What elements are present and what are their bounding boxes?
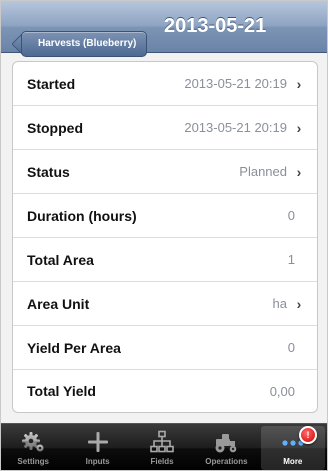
notification-badge: ! bbox=[299, 426, 318, 444]
row-started[interactable]: Started 2013-05-21 20:19 › bbox=[13, 62, 317, 106]
row-value: 2013-05-21 20:19 bbox=[184, 76, 287, 91]
tab-label: Operations bbox=[205, 457, 248, 466]
tab-label: Settings bbox=[17, 457, 49, 466]
chevron-right-icon: › bbox=[296, 295, 302, 312]
page-title: 2013-05-21 bbox=[164, 15, 267, 37]
chevron-right-icon: › bbox=[296, 119, 302, 136]
plus-icon bbox=[87, 432, 108, 452]
row-total-area[interactable]: Total Area 1 bbox=[13, 238, 317, 282]
fields-hierarchy-icon bbox=[150, 430, 174, 453]
row-value: 1 bbox=[287, 252, 295, 267]
tab-inputs[interactable]: Inputs bbox=[65, 424, 129, 470]
row-label: Total Area bbox=[27, 251, 94, 268]
row-total-yield[interactable]: Total Yield 0,00 bbox=[13, 370, 317, 412]
row-status[interactable]: Status Planned › bbox=[13, 150, 317, 194]
row-label: Started bbox=[27, 75, 76, 92]
row-label: Area Unit bbox=[27, 295, 90, 312]
row-label: Stopped bbox=[27, 119, 83, 136]
row-label: Yield Per Area bbox=[27, 339, 121, 356]
tab-label: Inputs bbox=[85, 457, 110, 466]
back-button-wrapper[interactable]: Harvests (Blueberry) bbox=[11, 16, 151, 57]
row-value: 0,00 bbox=[269, 383, 295, 399]
row-label: Total Yield bbox=[27, 383, 96, 399]
tractor-icon bbox=[215, 434, 237, 453]
app-screen: Harvests (Blueberry) 2013-05-21 Started … bbox=[0, 0, 328, 471]
tab-label: More bbox=[283, 457, 303, 466]
row-value: 2013-05-21 20:19 bbox=[184, 120, 287, 135]
row-value: ha bbox=[272, 296, 287, 311]
tab-label: Fields bbox=[150, 457, 174, 466]
row-area-unit[interactable]: Area Unit ha › bbox=[13, 282, 317, 326]
chevron-right-icon: › bbox=[296, 163, 302, 180]
tab-more[interactable]: More ! bbox=[260, 426, 326, 470]
tab-settings[interactable]: Settings bbox=[1, 424, 65, 470]
row-label: Status bbox=[27, 163, 70, 180]
row-value: Planned bbox=[239, 164, 287, 179]
navigation-bar: Harvests (Blueberry) 2013-05-21 bbox=[1, 1, 327, 57]
row-stopped[interactable]: Stopped 2013-05-21 20:19 › bbox=[13, 106, 317, 150]
row-value: 0 bbox=[287, 208, 295, 223]
row-duration-hours[interactable]: Duration (hours) 0 bbox=[13, 194, 317, 238]
gear-icon bbox=[22, 432, 44, 452]
chevron-right-icon: › bbox=[296, 75, 302, 92]
row-label: Duration (hours) bbox=[27, 207, 137, 224]
details-table: Started 2013-05-21 20:19 › Stopped 2013-… bbox=[12, 61, 318, 413]
row-value: 0 bbox=[287, 340, 295, 355]
row-yield-per-area[interactable]: Yield Per Area 0 bbox=[13, 326, 317, 370]
back-button[interactable]: Harvests (Blueberry) bbox=[21, 31, 148, 57]
tab-operations[interactable]: Operations bbox=[194, 424, 258, 470]
tab-fields[interactable]: Fields bbox=[130, 424, 194, 470]
tab-bar: Settings Inputs Fields Operations More ! bbox=[1, 423, 327, 470]
